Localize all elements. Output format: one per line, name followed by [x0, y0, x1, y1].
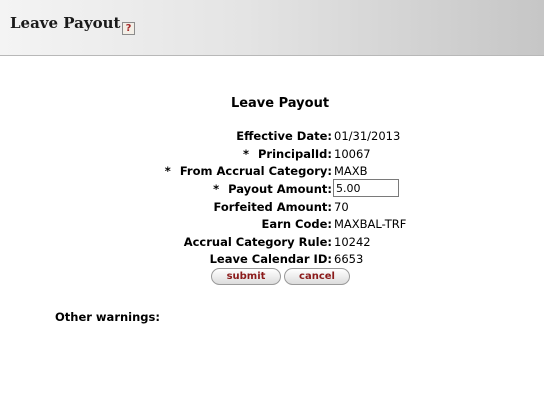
principal-id-value: 10067 [334, 147, 371, 161]
earn-code-value: MAXBAL-TRF [334, 217, 407, 231]
accrual-category-rule-value: 10242 [334, 235, 371, 249]
accrual-category-rule-label: Accrual Category Rule: [183, 235, 332, 249]
effective-date-row: Effective Date: 01/31/2013 [0, 129, 544, 146]
payout-amount-label-group: * Payout Amount: [213, 182, 332, 196]
forfeited-amount-value: 70 [334, 200, 349, 214]
required-marker: * [242, 147, 249, 161]
from-accrual-category-label-group: * From Accrual Category: [165, 164, 332, 178]
from-accrual-category-label: From Accrual Category: [179, 164, 332, 178]
from-accrual-category-value: MAXB [334, 164, 368, 178]
form-title: Leave Payout [230, 96, 330, 111]
payout-amount-input[interactable] [333, 179, 399, 197]
required-marker: * [213, 182, 220, 196]
effective-date-label: Effective Date: [236, 129, 332, 143]
submit-button[interactable]: submit [211, 268, 281, 285]
principal-id-label: PrincipalId: [257, 147, 332, 161]
page-title: Leave Payout [10, 14, 121, 32]
help-icon[interactable]: ? [122, 22, 135, 35]
other-warnings-label: Other warnings: [55, 310, 160, 324]
effective-date-value: 01/31/2013 [334, 129, 401, 143]
cancel-button[interactable]: cancel [284, 268, 350, 285]
principal-id-row: * PrincipalId: 10067 [0, 147, 544, 164]
leave-calendar-id-value: 6653 [334, 252, 364, 266]
earn-code-label: Earn Code: [261, 217, 332, 231]
payout-amount-label: Payout Amount: [228, 182, 332, 196]
payout-amount-row: * Payout Amount: [0, 179, 544, 199]
principal-id-label-group: * PrincipalId: [243, 147, 332, 161]
earn-code-row: Earn Code: MAXBAL-TRF [0, 217, 544, 234]
accrual-category-rule-row: Accrual Category Rule: 10242 [0, 235, 544, 252]
leave-calendar-id-row: Leave Calendar ID: 6653 [0, 252, 544, 269]
header-bar: Leave Payout ? [0, 0, 544, 56]
forfeited-amount-row: Forfeited Amount: 70 [0, 200, 544, 217]
required-marker: * [164, 164, 171, 178]
forfeited-amount-label: Forfeited Amount: [213, 200, 333, 214]
leave-calendar-id-label: Leave Calendar ID: [209, 252, 332, 266]
from-accrual-category-row: * From Accrual Category: MAXB [0, 164, 544, 181]
